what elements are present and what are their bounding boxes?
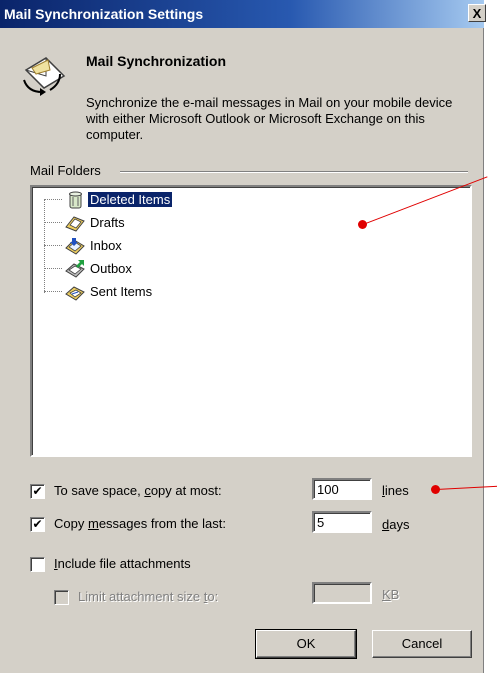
days-unit-label: days	[382, 517, 410, 532]
group-divider	[120, 171, 468, 173]
folder-label: Inbox	[90, 238, 122, 253]
window-title: Mail Synchronization Settings	[4, 6, 204, 22]
dialog-heading: Mail Synchronization	[86, 53, 227, 69]
inbox-icon	[65, 238, 85, 255]
tree-connector	[44, 222, 62, 223]
mail-sync-icon	[23, 57, 66, 96]
folder-label: Sent Items	[90, 284, 153, 299]
tree-connector	[44, 291, 62, 292]
copy-at-most-label: To save space, copy at most:	[54, 483, 222, 498]
dialog-description: Synchronize the e-mail messages in Mail …	[86, 95, 453, 142]
folder-label: Deleted Items	[88, 192, 173, 207]
copy-at-most-checkbox[interactable]: ✔	[30, 484, 45, 499]
folder-label: Drafts	[90, 215, 125, 230]
copy-days-input[interactable]	[312, 511, 372, 533]
limit-attachment-label: Limit attachment size to:	[78, 589, 219, 604]
tree-connector	[44, 245, 62, 246]
limit-attachment-checkbox[interactable]	[54, 590, 69, 605]
tree-connector	[44, 268, 62, 269]
copy-lines-input[interactable]	[312, 478, 372, 500]
tree-connector	[44, 199, 62, 200]
title-bar[interactable]: Mail Synchronization Settings X	[0, 0, 486, 28]
kb-unit-label: KB	[382, 587, 400, 602]
copy-messages-label: Copy messages from the last:	[54, 516, 226, 531]
cancel-button[interactable]: Cancel	[372, 630, 472, 658]
deleted-items-icon	[69, 191, 82, 209]
mail-sync-settings-dialog: Mail Synchronization Settings X Mail Syn…	[0, 0, 486, 673]
limit-size-input[interactable]	[312, 582, 372, 604]
lines-unit-label: lines	[382, 483, 409, 498]
sent-items-icon	[65, 286, 85, 301]
drafts-icon	[65, 216, 85, 232]
include-attachments-label: Include file attachments	[54, 556, 191, 571]
folder-label: Outbox	[90, 261, 132, 276]
mail-folders-tree[interactable]: Deleted Items Drafts Inbox Outbox Sent I…	[30, 185, 472, 457]
include-attachments-checkbox[interactable]	[30, 557, 45, 572]
ok-button[interactable]: OK	[255, 629, 357, 659]
tree-connector	[44, 199, 45, 293]
mail-folders-group-label: Mail Folders	[30, 163, 101, 178]
close-button[interactable]: X	[468, 4, 486, 22]
copy-messages-checkbox[interactable]: ✔	[30, 517, 45, 532]
outbox-icon	[65, 260, 85, 278]
